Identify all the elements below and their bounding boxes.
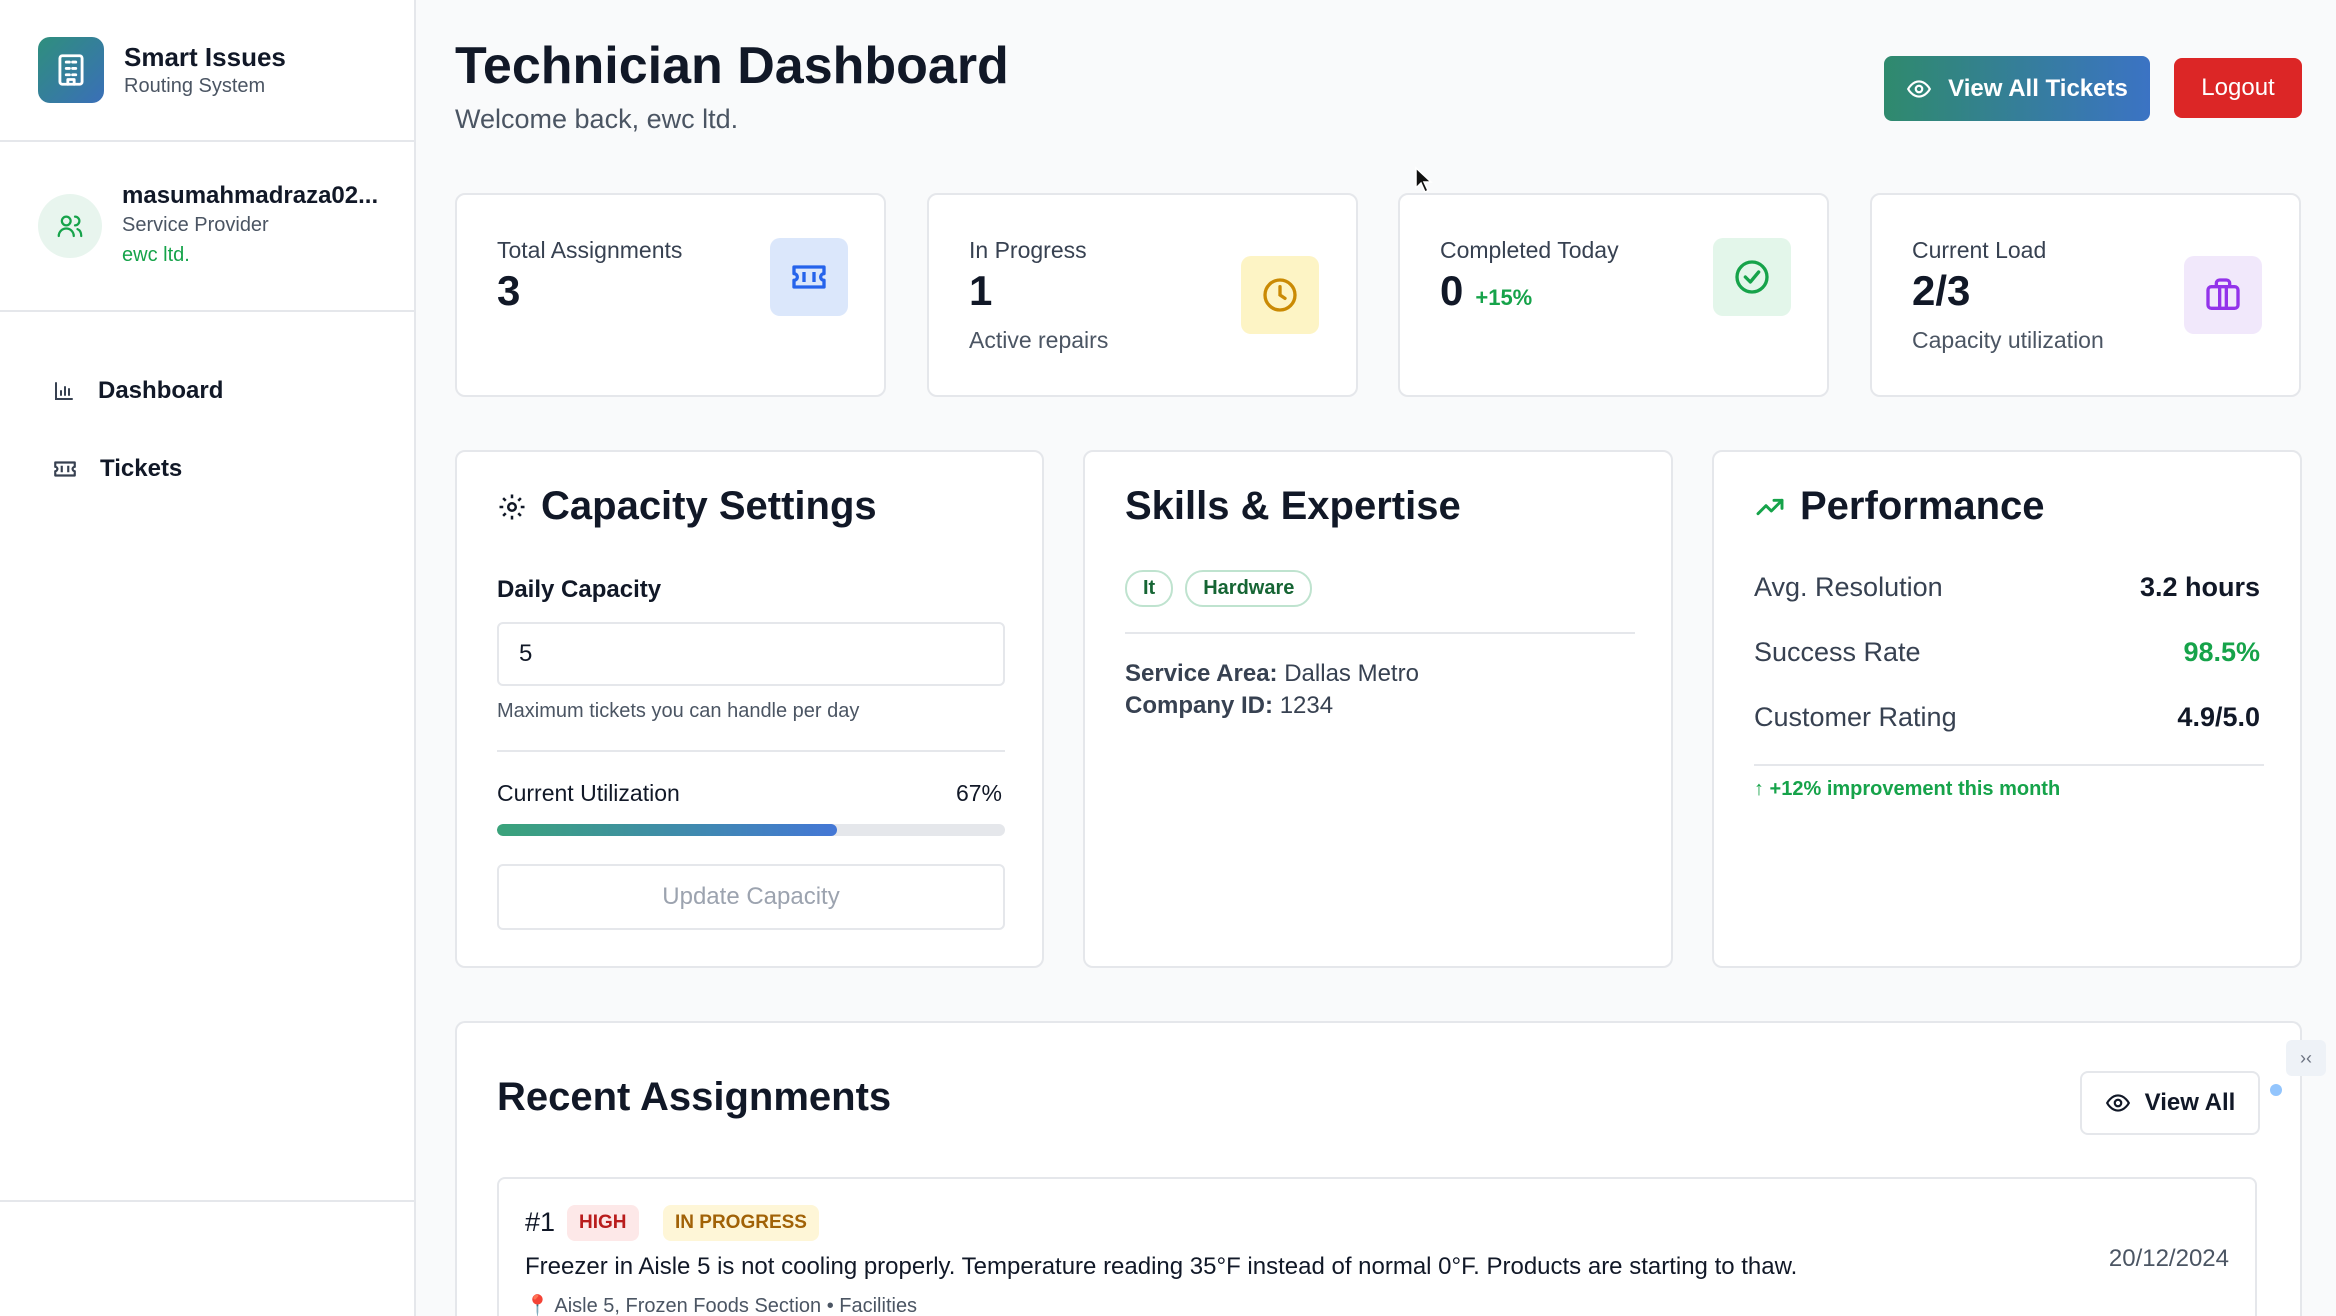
stat-label: In Progress	[969, 237, 1087, 263]
sidebar-item-dashboard[interactable]: Dashboard	[0, 352, 414, 430]
service-area-value: Dallas Metro	[1284, 660, 1419, 687]
stat-trend: +15%	[1475, 285, 1533, 310]
perf-key: Avg. Resolution	[1754, 572, 1943, 602]
stat-card-in-progress: In Progress 1 Active repairs	[927, 193, 1358, 397]
recent-assignments-card: Recent Assignments View All #1 HIGH IN P…	[455, 1021, 2302, 1316]
perf-row-success: Success Rate 98.5%	[1754, 637, 2260, 668]
skill-tag: It	[1125, 570, 1174, 607]
stat-value: 0 +15%	[1440, 267, 1532, 315]
update-capacity-button[interactable]: Update Capacity	[497, 864, 1005, 930]
briefcase-icon	[2184, 256, 2262, 334]
view-all-button[interactable]: View All	[2080, 1071, 2260, 1135]
brand-subtitle: Routing System	[124, 75, 266, 97]
section-title: Capacity Settings	[497, 484, 877, 529]
stat-number: 0	[1440, 267, 1464, 314]
skills-card: Skills & Expertise It Hardware Service A…	[1083, 450, 1673, 968]
status-dot	[2270, 1084, 2282, 1096]
code-toggle-icon[interactable]: ›‹	[2286, 1040, 2326, 1076]
status-badge: IN PROGRESS	[663, 1205, 819, 1241]
stat-sub: Capacity utilization	[1912, 327, 2104, 353]
utilization-label: Current Utilization	[497, 780, 680, 806]
clock-icon	[1241, 256, 1319, 334]
stat-card-completed: Completed Today 0 +15%	[1398, 193, 1829, 397]
sidebar: Smart Issues Routing System masumahmadra…	[0, 0, 416, 1316]
perf-value: 4.9/5.0	[2177, 702, 2260, 732]
capacity-settings-card: Capacity Settings Daily Capacity Maximum…	[455, 450, 1044, 968]
stat-sub: Active repairs	[969, 327, 1109, 353]
stat-label: Current Load	[1912, 237, 2047, 263]
section-title: Skills & Expertise	[1125, 484, 1461, 528]
sidebar-item-tickets[interactable]: Tickets	[0, 430, 414, 508]
divider	[497, 750, 1005, 752]
view-all-tickets-button[interactable]: View All Tickets	[1884, 56, 2150, 121]
view-all-tickets-label: View All Tickets	[1948, 74, 2128, 102]
stat-label: Total Assignments	[497, 237, 683, 263]
priority-badge: HIGH	[567, 1205, 639, 1241]
gear-icon	[499, 494, 525, 519]
user-org: ewc ltd.	[122, 244, 190, 266]
user-name: masumahmadraza02...	[122, 182, 379, 209]
brand-title: Smart Issues	[124, 42, 286, 72]
eye-icon	[2105, 1094, 2130, 1112]
user-role: Service Provider	[122, 214, 269, 236]
sidebar-nav: Dashboard Tickets	[0, 312, 414, 508]
divider	[1125, 632, 1635, 634]
eye-icon	[1907, 79, 1932, 98]
view-all-label: View All	[2144, 1089, 2236, 1116]
company-id-label: Company ID:	[1125, 692, 1274, 719]
section-title-text: Performance	[1800, 484, 2045, 528]
ticket-icon	[770, 238, 848, 316]
building-icon	[38, 37, 104, 103]
stat-label: Completed Today	[1440, 237, 1619, 263]
stat-value: 1	[969, 267, 993, 314]
skill-tag: Hardware	[1185, 570, 1313, 607]
sidebar-footer	[0, 1200, 414, 1316]
sidebar-item-label: Tickets	[100, 455, 183, 482]
ticket-description: Freezer in Aisle 5 is not cooling proper…	[525, 1253, 1798, 1280]
ticket-icon	[54, 461, 76, 477]
ticket-id: #1	[525, 1207, 556, 1237]
stat-card-total: Total Assignments 3	[455, 193, 886, 397]
ticket-row[interactable]: #1 HIGH IN PROGRESS Freezer in Aisle 5 i…	[497, 1177, 2257, 1316]
perf-value: 98.5%	[2183, 637, 2260, 667]
section-title: Performance	[1754, 484, 2045, 529]
perf-value: 3.2 hours	[2139, 572, 2260, 602]
section-title-text: Capacity Settings	[541, 484, 877, 528]
stat-value: 3	[497, 267, 521, 314]
page-title: Technician Dashboard	[455, 37, 1009, 95]
brand: Smart Issues Routing System	[0, 0, 414, 142]
sidebar-item-label: Dashboard	[98, 377, 224, 404]
stat-card-load: Current Load 2/3 Capacity utilization	[1870, 193, 2301, 397]
trending-up-icon	[1756, 498, 1784, 515]
section-title: Recent Assignments	[497, 1075, 892, 1119]
stat-value: 2/3	[1912, 267, 1971, 314]
company-id: Company ID: 1234	[1125, 692, 1333, 720]
user-profile: masumahmadraza02... Service Provider ewc…	[0, 142, 414, 312]
logout-button[interactable]: Logout	[2174, 58, 2302, 118]
skill-tags: It Hardware	[1125, 570, 1313, 607]
utilization-progress	[497, 824, 1005, 836]
performance-card: Performance Avg. Resolution 3.2 hours Su…	[1712, 450, 2302, 968]
service-area-label: Service Area:	[1125, 660, 1278, 687]
utilization-value: 67%	[955, 780, 1002, 806]
divider	[1754, 764, 2264, 766]
users-icon	[38, 194, 102, 258]
perf-key: Customer Rating	[1754, 702, 1957, 732]
perf-key: Success Rate	[1754, 637, 1921, 667]
daily-capacity-hint: Maximum tickets you can handle per day	[497, 700, 860, 722]
ticket-date: 20/12/2024	[2108, 1245, 2229, 1272]
bar-chart-icon	[55, 382, 73, 400]
daily-capacity-input[interactable]	[497, 622, 1005, 686]
utilization-progress-fill	[497, 824, 838, 836]
perf-row-rating: Customer Rating 4.9/5.0	[1754, 702, 2260, 733]
ticket-location: 📍 Aisle 5, Frozen Foods Section • Facili…	[525, 1295, 918, 1316]
daily-capacity-label: Daily Capacity	[497, 576, 662, 603]
mouse-cursor-icon	[1415, 166, 1433, 194]
perf-row-resolution: Avg. Resolution 3.2 hours	[1754, 572, 2260, 603]
page-subtitle: Welcome back, ewc ltd.	[455, 104, 739, 134]
service-area: Service Area: Dallas Metro	[1125, 660, 1419, 688]
check-circle-icon	[1713, 238, 1791, 316]
performance-note: ↑ +12% improvement this month	[1754, 778, 2061, 800]
company-id-value: 1234	[1279, 692, 1334, 719]
